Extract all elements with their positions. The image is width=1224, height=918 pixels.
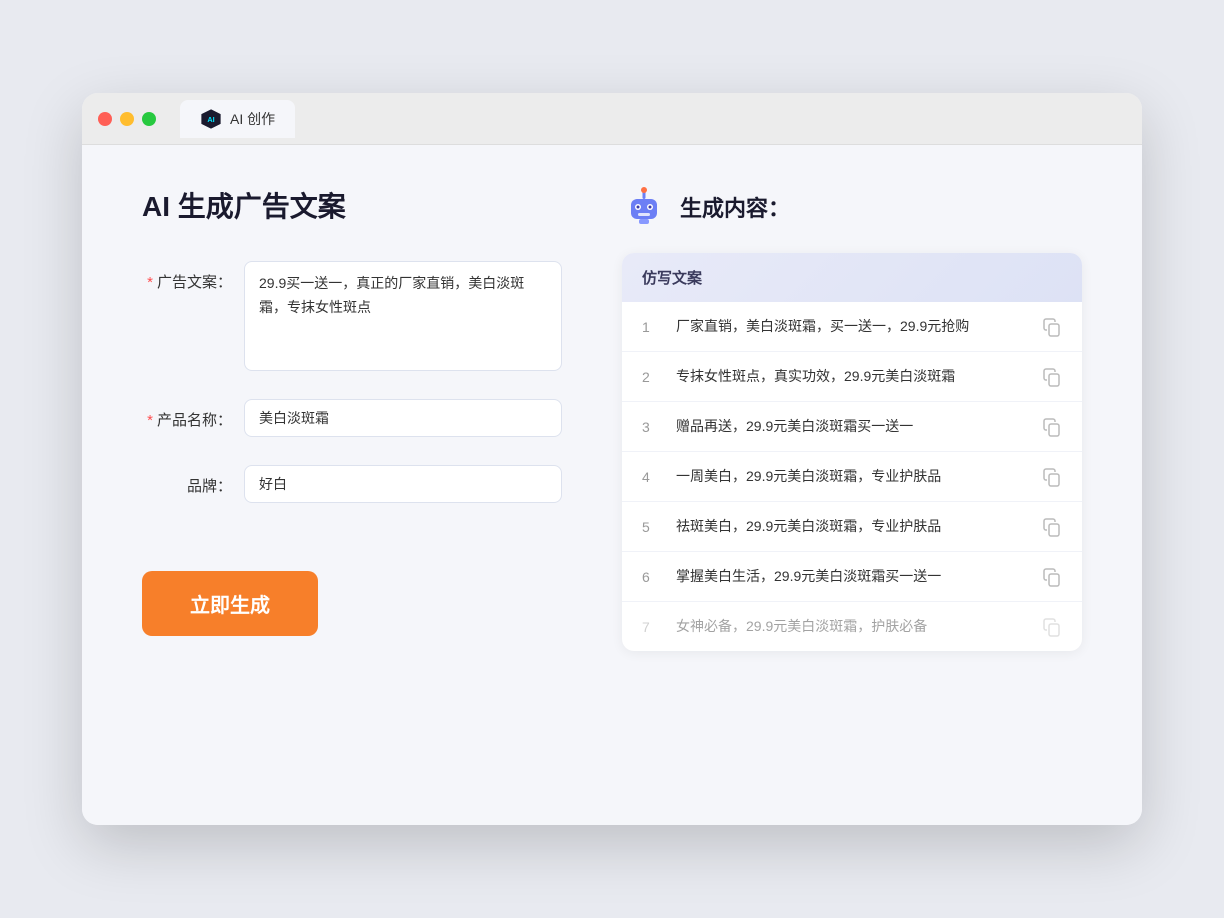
copy-icon[interactable]	[1042, 567, 1062, 587]
row-num: 1	[642, 319, 660, 335]
row-num: 7	[642, 619, 660, 635]
product-name-input[interactable]	[244, 399, 562, 437]
row-text: 一周美白，29.9元美白淡斑霜，专业护肤品	[676, 466, 1026, 487]
table-row: 4 一周美白，29.9元美白淡斑霜，专业护肤品	[622, 452, 1082, 502]
row-text: 女神必备，29.9元美白淡斑霜，护肤必备	[676, 616, 1026, 637]
minimize-button[interactable]	[120, 112, 134, 126]
results-table: 仿写文案 1 厂家直销，美白淡斑霜，买一送一，29.9元抢购 2 专抹女性斑点，…	[622, 253, 1082, 651]
browser-window: AI AI 创作 AI 生成广告文案 *广告文案： 29.9买一送一，真正的厂家…	[82, 93, 1142, 825]
right-panel: 生成内容： 仿写文案 1 厂家直销，美白淡斑霜，买一送一，29.9元抢购 2 专…	[622, 185, 1082, 785]
copy-icon[interactable]	[1042, 517, 1062, 537]
row-num: 6	[642, 569, 660, 585]
brand-row: 品牌：	[142, 465, 562, 503]
ad-copy-input[interactable]: 29.9买一送一，真正的厂家直销，美白淡斑霜，专抹女性斑点	[244, 261, 562, 371]
ad-copy-required-star: *	[147, 274, 153, 291]
ad-copy-row: *广告文案： 29.9买一送一，真正的厂家直销，美白淡斑霜，专抹女性斑点	[142, 261, 562, 371]
row-text: 厂家直销，美白淡斑霜，买一送一，29.9元抢购	[676, 316, 1026, 337]
page-title: AI 生成广告文案	[142, 185, 562, 225]
svg-text:AI: AI	[207, 115, 214, 124]
brand-label: 品牌：	[142, 465, 232, 496]
robot-icon	[622, 185, 666, 229]
product-name-row: *产品名称：	[142, 399, 562, 437]
tab-label: AI 创作	[230, 109, 275, 129]
table-row: 2 专抹女性斑点，真实功效，29.9元美白淡斑霜	[622, 352, 1082, 402]
ai-creation-tab[interactable]: AI AI 创作	[180, 100, 295, 138]
title-bar: AI AI 创作	[82, 93, 1142, 145]
main-content: AI 生成广告文案 *广告文案： 29.9买一送一，真正的厂家直销，美白淡斑霜，…	[82, 145, 1142, 825]
traffic-lights	[98, 112, 156, 126]
table-row: 5 祛斑美白，29.9元美白淡斑霜，专业护肤品	[622, 502, 1082, 552]
row-num: 5	[642, 519, 660, 535]
row-text: 掌握美白生活，29.9元美白淡斑霜买一送一	[676, 566, 1026, 587]
table-row: 3 赠品再送，29.9元美白淡斑霜买一送一	[622, 402, 1082, 452]
left-panel: AI 生成广告文案 *广告文案： 29.9买一送一，真正的厂家直销，美白淡斑霜，…	[142, 185, 562, 785]
row-text: 赠品再送，29.9元美白淡斑霜买一送一	[676, 416, 1026, 437]
row-num: 3	[642, 419, 660, 435]
brand-input[interactable]	[244, 465, 562, 503]
close-button[interactable]	[98, 112, 112, 126]
copy-icon[interactable]	[1042, 367, 1062, 387]
product-required-star: *	[147, 412, 153, 429]
row-num: 4	[642, 469, 660, 485]
ad-copy-label: *广告文案：	[142, 261, 232, 292]
row-text: 祛斑美白，29.9元美白淡斑霜，专业护肤品	[676, 516, 1026, 537]
row-num: 2	[642, 369, 660, 385]
generate-button[interactable]: 立即生成	[142, 571, 318, 636]
ai-tab-icon: AI	[200, 108, 222, 130]
copy-icon[interactable]	[1042, 417, 1062, 437]
table-row: 6 掌握美白生活，29.9元美白淡斑霜买一送一	[622, 552, 1082, 602]
copy-icon[interactable]	[1042, 617, 1062, 637]
result-title: 生成内容：	[680, 191, 790, 223]
table-header: 仿写文案	[622, 253, 1082, 302]
copy-icon[interactable]	[1042, 317, 1062, 337]
copy-icon[interactable]	[1042, 467, 1062, 487]
table-row: 1 厂家直销，美白淡斑霜，买一送一，29.9元抢购	[622, 302, 1082, 352]
row-text: 专抹女性斑点，真实功效，29.9元美白淡斑霜	[676, 366, 1026, 387]
result-header: 生成内容：	[622, 185, 1082, 229]
product-name-label: *产品名称：	[142, 399, 232, 430]
maximize-button[interactable]	[142, 112, 156, 126]
table-row: 7 女神必备，29.9元美白淡斑霜，护肤必备	[622, 602, 1082, 651]
